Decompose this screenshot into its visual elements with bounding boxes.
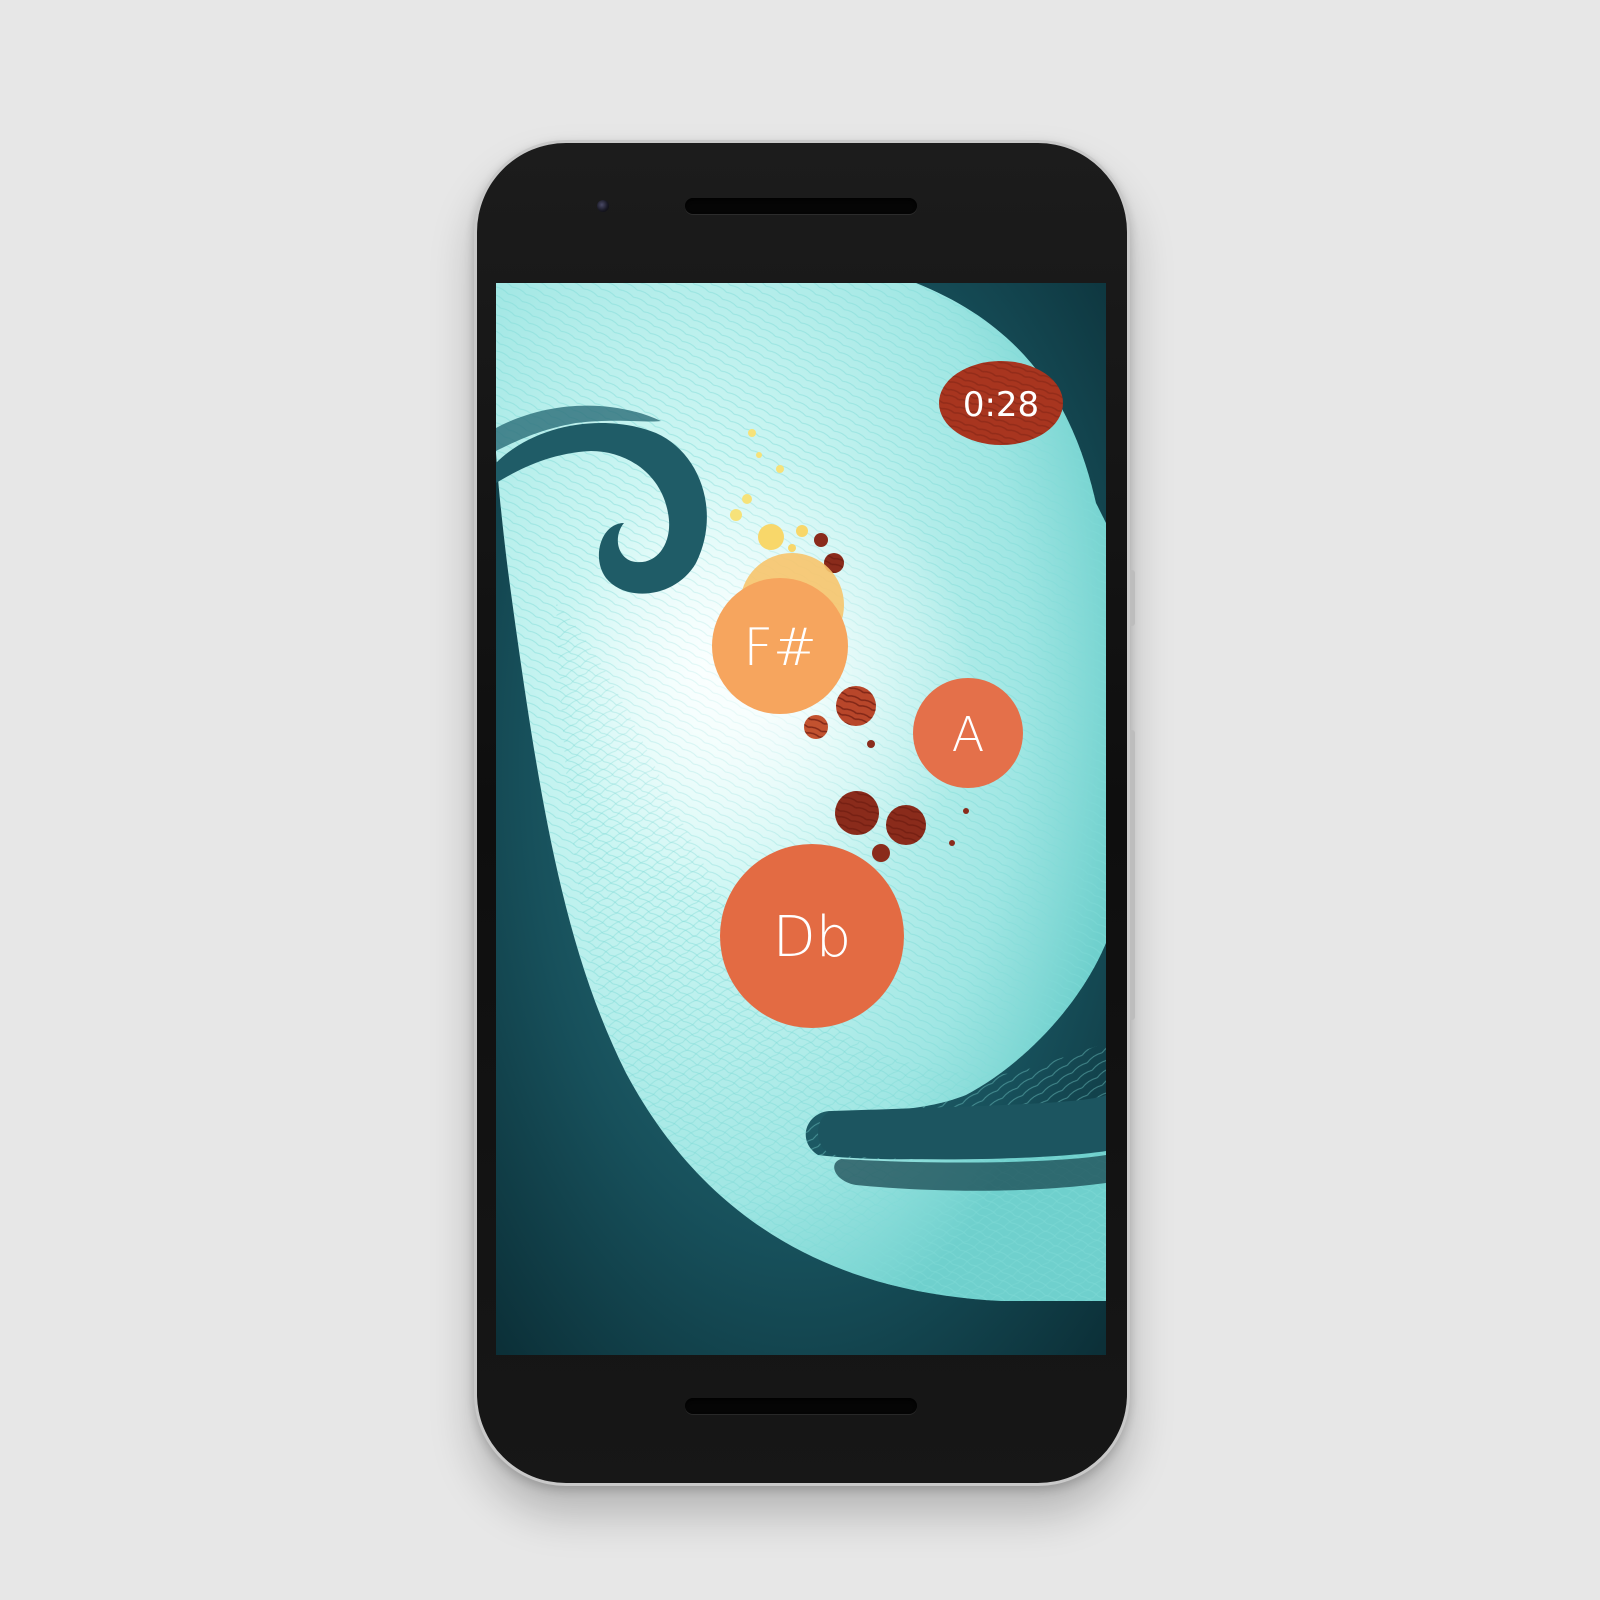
game-scene: 0:28 F# A Db bbox=[496, 283, 1106, 1355]
note-label-a: A bbox=[952, 707, 985, 763]
note-label-db: Db bbox=[773, 905, 852, 970]
note-label-fsharp: F# bbox=[743, 618, 816, 678]
game-screen[interactable]: 0:28 F# A Db bbox=[496, 283, 1106, 1355]
note-bubble-db[interactable]: Db bbox=[720, 844, 904, 1028]
front-camera-icon bbox=[597, 200, 609, 212]
top-speaker-grille bbox=[685, 198, 917, 214]
timer-badge: 0:28 bbox=[939, 361, 1063, 445]
timer-text: 0:28 bbox=[963, 385, 1039, 425]
note-bubble-a[interactable]: A bbox=[913, 678, 1023, 788]
power-button bbox=[1130, 570, 1135, 626]
bottom-speaker-grille bbox=[685, 1398, 917, 1414]
volume-rocker bbox=[1130, 730, 1135, 1020]
